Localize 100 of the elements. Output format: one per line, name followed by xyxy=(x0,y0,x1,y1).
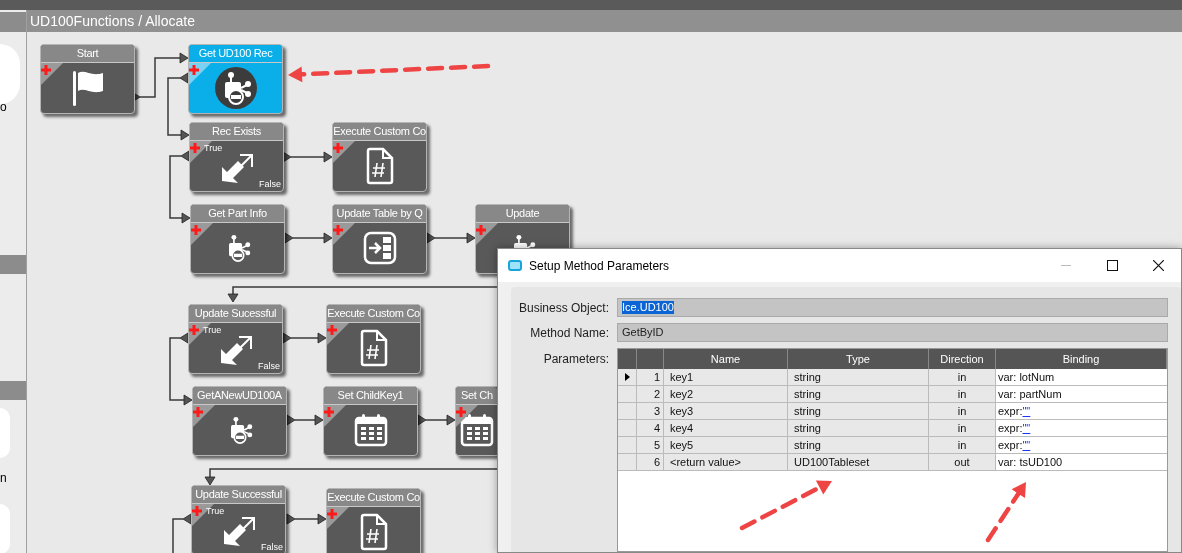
table-cell: in xyxy=(929,437,996,453)
table-cell: in xyxy=(929,403,996,419)
table-cell: key1 xyxy=(664,369,788,385)
panel-header xyxy=(0,381,26,400)
node-title: GetANewUD100A xyxy=(197,390,282,401)
false-label: False xyxy=(258,362,280,371)
table-cell: 2 xyxy=(637,386,664,402)
table-cell: string xyxy=(788,420,929,436)
node-title: Rec Exists xyxy=(212,126,261,137)
flag-icon xyxy=(70,69,105,107)
connector xyxy=(284,232,333,244)
table-cell: key5 xyxy=(664,437,788,453)
true-label: True xyxy=(206,507,225,516)
calendar-icon xyxy=(459,413,494,447)
table-cell: in xyxy=(929,369,996,385)
node-title: Start xyxy=(76,48,99,59)
node-title: Get UD100 Rec xyxy=(198,48,273,59)
expression-link[interactable]: "" xyxy=(1022,420,1031,436)
close-icon xyxy=(1152,260,1164,271)
workflow-node[interactable]: Get Part Info xyxy=(190,204,285,274)
node-title: Set ChildKey1 xyxy=(337,390,404,401)
hash-document-icon xyxy=(364,147,395,185)
add-corner-icon xyxy=(189,63,211,85)
table-cell: string xyxy=(788,403,929,419)
workflow-node[interactable]: Rec Exists True False xyxy=(189,122,284,192)
node-title: Execute Custom Co xyxy=(333,126,426,137)
workflow-node[interactable]: Set ChildKey1 xyxy=(323,386,418,456)
table-cell: key4 xyxy=(664,420,788,436)
add-corner-icon xyxy=(41,63,63,85)
true-label: True xyxy=(203,326,222,335)
calendar-icon xyxy=(353,413,388,447)
text-field[interactable]: Ice.UD100 xyxy=(617,298,1168,317)
field-label: Business Object: xyxy=(517,299,610,317)
connector xyxy=(426,232,476,244)
add-corner-icon xyxy=(191,223,213,245)
field-label: Method Name: xyxy=(529,324,610,342)
table-cell-text: expr: xyxy=(998,404,1023,419)
table-cell: UD100Tableset xyxy=(788,454,929,470)
maximize-icon xyxy=(1106,260,1118,271)
workflow-node[interactable]: Start xyxy=(40,44,135,114)
workflow-node[interactable]: Update Sucessful True False xyxy=(188,304,283,374)
connector xyxy=(282,332,327,344)
hash-document-icon xyxy=(358,513,389,551)
table-cell-text: expr: xyxy=(998,421,1023,436)
connector xyxy=(417,414,456,426)
node-title: Update xyxy=(505,208,540,219)
add-corner-icon xyxy=(327,507,349,529)
field-label: Parameters: xyxy=(542,351,610,368)
table-cell: string xyxy=(788,369,929,385)
panel-header xyxy=(0,255,26,274)
row-selector[interactable] xyxy=(618,369,637,385)
sidebar-label: n xyxy=(0,472,8,484)
workflow-node[interactable]: Update Successful True False xyxy=(191,485,286,553)
table-cell: key3 xyxy=(664,403,788,419)
workflow-node[interactable]: GetANewUD100A xyxy=(192,386,287,456)
table-cell-text: var: tsUD100 xyxy=(997,455,1064,470)
workflow-node[interactable]: Execute Custom Co xyxy=(326,304,421,374)
connector xyxy=(286,513,327,525)
table-cell: in xyxy=(929,386,996,402)
node-title: Get Part Info xyxy=(208,208,267,219)
table-cell: 6 xyxy=(637,454,664,470)
workflow-node[interactable]: Update Table by Q xyxy=(332,204,427,274)
false-label: False xyxy=(259,180,281,189)
add-corner-icon xyxy=(327,323,349,345)
sidebar-label: o xyxy=(0,101,8,113)
node-title: Update Table by Q xyxy=(336,208,423,219)
workflow-node[interactable]: Execute Custom Co xyxy=(326,488,421,553)
workflow-node[interactable]: Set Ch xyxy=(455,386,497,456)
node-title: Update Sucessful xyxy=(194,308,277,319)
true-label: True xyxy=(204,144,223,153)
table-cell-text: expr: xyxy=(998,438,1023,453)
field-value: Ice.UD100 xyxy=(622,301,674,314)
current-row-icon xyxy=(624,373,630,381)
table-cell: <return value> xyxy=(664,454,788,470)
connector xyxy=(282,151,333,163)
minimize-icon xyxy=(1061,265,1071,266)
false-label: False xyxy=(261,543,283,552)
node-title: Set Ch xyxy=(461,390,493,401)
workflow-node[interactable]: Execute Custom Co xyxy=(332,122,427,192)
window-icon xyxy=(508,260,522,271)
table-cell-text: var: lotNum xyxy=(997,370,1056,385)
expression-link[interactable]: "" xyxy=(1022,437,1031,453)
table-cell: in xyxy=(929,420,996,436)
annotation-arrow xyxy=(985,482,1026,543)
robot-icon xyxy=(213,66,258,110)
add-corner-icon xyxy=(193,405,215,427)
expression-link[interactable]: "" xyxy=(1022,403,1031,419)
add-corner-icon xyxy=(333,223,355,245)
breadcrumb: UD100Functions / Allocate xyxy=(30,11,195,31)
table-cell: string xyxy=(788,437,929,453)
text-field[interactable]: GetByID xyxy=(617,323,1168,342)
table-cell: 3 xyxy=(637,403,664,419)
table-cell: out xyxy=(929,454,996,470)
table-cell: 5 xyxy=(637,437,664,453)
add-corner-icon xyxy=(324,405,346,427)
column-header[interactable]: Binding xyxy=(996,349,1167,369)
hash-document-icon xyxy=(358,329,389,367)
add-corner-icon xyxy=(333,141,355,163)
node-title: Update Successful xyxy=(195,489,282,500)
connector xyxy=(286,414,324,426)
